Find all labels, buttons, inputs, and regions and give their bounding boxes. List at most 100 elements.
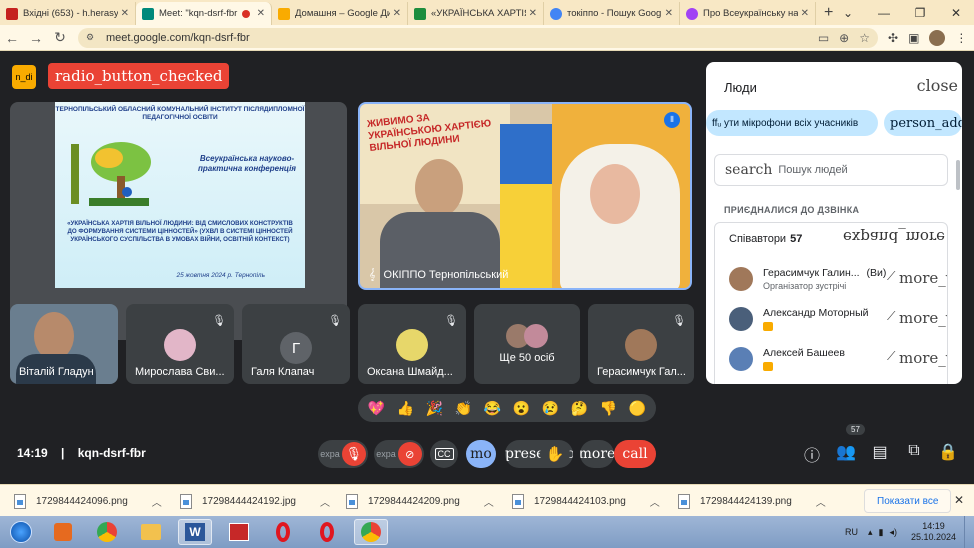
taskbar-media-player[interactable]	[46, 519, 80, 545]
zoom-icon[interactable]: ⊕	[839, 31, 849, 45]
participant-tile[interactable]: 🎙 Герасимчук Гал...	[588, 304, 694, 384]
download-item[interactable]: 1729844424096.png ︿	[14, 491, 162, 511]
activities-icon[interactable]: ⧉	[902, 442, 926, 460]
more-vert-icon[interactable]: more_ver	[899, 269, 947, 287]
participant-row[interactable]: Герасимчук Галин... (Ви) Організатор зус…	[715, 261, 947, 301]
tab-close-icon[interactable]: ✕	[665, 8, 673, 19]
mo-button[interactable]: mo	[466, 440, 496, 468]
reaction-sad-icon[interactable]: 😢	[542, 400, 559, 417]
download-item[interactable]: 1729844424139.png ︿	[678, 491, 826, 511]
tray-expand-icon[interactable]: ▴	[868, 527, 873, 538]
participant-tile[interactable]: 🎙 Оксана Шмайд...	[358, 304, 466, 384]
more-participants-tile[interactable]: Ще 50 осіб	[474, 304, 580, 384]
back-icon[interactable]: ←	[0, 30, 24, 46]
tab-search-icon[interactable]: ⌄	[830, 6, 866, 20]
participant-tile[interactable]: 🎙 Г Галя Клапач	[242, 304, 350, 384]
taskbar-chrome-active[interactable]	[354, 519, 388, 545]
reaction-laugh-icon[interactable]: 😂	[484, 400, 501, 417]
recording-chip[interactable]: radio_button_checked	[48, 63, 230, 89]
show-desktop-button[interactable]	[964, 516, 974, 548]
add-people-button[interactable]: person_add	[884, 110, 962, 136]
participant-tile[interactable]: 🎙 Мирослава Сви...	[126, 304, 234, 384]
side-panel-icon[interactable]: ▣	[908, 31, 919, 45]
extensions-icon[interactable]: ✣	[888, 31, 898, 45]
host-controls-icon[interactable]: 🔒	[936, 442, 960, 462]
meeting-details-icon[interactable]: ⓘ	[800, 442, 824, 466]
reaction-surprised-icon[interactable]: 😮	[513, 400, 530, 417]
participant-row[interactable]: Александр Моторный ⟋ more_ver	[715, 301, 947, 341]
taskbar-explorer[interactable]	[134, 519, 168, 545]
bookmark-star-icon[interactable]: ☆	[859, 31, 870, 45]
menu-kebab-icon[interactable]: ⋮	[955, 31, 967, 45]
chevron-up-icon[interactable]: ︿	[152, 494, 162, 509]
group-toggle-icon[interactable]: expand_more	[843, 228, 945, 246]
reaction-thumbs-up-icon[interactable]: 👍	[397, 400, 414, 417]
taskbar-app[interactable]	[222, 519, 256, 545]
camera-indicator-icon[interactable]: ▭	[818, 31, 829, 45]
browser-tab[interactable]: «УКРАЇНСЬКА ХАРТІЯ В ✕	[408, 2, 544, 25]
downloads-close-icon[interactable]: ✕	[954, 493, 964, 507]
panel-close-button[interactable]: close	[917, 76, 958, 95]
more-options-button[interactable]: more	[580, 440, 614, 468]
people-icon[interactable]: 👥	[834, 442, 858, 462]
chat-icon[interactable]: ▤	[868, 442, 892, 462]
chevron-up-icon[interactable]: ︿	[816, 494, 826, 509]
reload-icon[interactable]: ↻	[48, 29, 72, 46]
chevron-up-icon[interactable]: ︿	[320, 494, 330, 509]
network-icon[interactable]: ▮	[878, 527, 883, 538]
volume-icon[interactable]: ◂)	[889, 527, 897, 538]
tab-close-icon[interactable]: ✕	[801, 8, 809, 19]
download-item[interactable]: 17298444424192.jpg ︿	[180, 491, 330, 511]
more-vert-icon[interactable]: more_ver	[899, 349, 947, 367]
chevron-up-icon[interactable]: ︿	[484, 494, 494, 509]
participant-row[interactable]: Алексей Башеев ⟋ more_ver	[715, 341, 947, 381]
window-close-icon[interactable]: ✕	[938, 6, 974, 20]
people-search-input[interactable]: search Пошук людей	[714, 154, 948, 186]
group-header[interactable]: Співавтори 57	[729, 233, 802, 245]
taskbar-opera[interactable]	[266, 519, 300, 545]
mute-all-button[interactable]: ffᵤ ути мікрофони всіх учасників	[706, 110, 878, 136]
show-all-downloads-button[interactable]: Показати все	[864, 489, 952, 513]
camera-toggle-button[interactable]: expa ⊘	[374, 440, 424, 468]
reaction-skin-tone-icon[interactable]: 🟡	[629, 400, 646, 417]
download-item[interactable]: 1729844424103.png ︿	[512, 491, 660, 511]
panel-scrollbar[interactable]	[956, 160, 960, 190]
more-vert-icon[interactable]: more_ver	[899, 309, 947, 327]
reaction-thumbs-down-icon[interactable]: 👎	[600, 400, 617, 417]
forward-icon[interactable]: →	[24, 30, 48, 46]
tab-close-icon[interactable]: ✕	[121, 8, 129, 19]
url-field[interactable]: ⚙ meet.google.com/kqn-dsrf-fbr ▭ ⊕ ☆	[78, 27, 878, 48]
browser-tab[interactable]: Домашня – Google Ди ✕	[272, 2, 408, 25]
taskbar-word[interactable]: W	[178, 519, 212, 545]
start-button[interactable]	[4, 519, 38, 545]
language-indicator[interactable]: RU	[845, 527, 858, 537]
clock[interactable]: 14:19 25.10.2024	[911, 521, 956, 543]
camera-options-icon[interactable]: expa	[376, 449, 396, 459]
taskbar-opera-2[interactable]	[310, 519, 344, 545]
reaction-thinking-icon[interactable]: 🤔	[571, 400, 588, 417]
reaction-heart-icon[interactable]: 💖	[368, 400, 385, 417]
browser-tab[interactable]: Вхідні (653) - h.herasym ✕	[0, 2, 136, 25]
site-info-icon[interactable]: ⚙	[86, 32, 98, 43]
browser-tab-active[interactable]: Meet: "kqn-dsrf-fbr ✕	[136, 2, 272, 25]
maximize-icon[interactable]: ❐	[902, 6, 938, 20]
taskbar-chrome[interactable]	[90, 519, 124, 545]
tab-close-icon[interactable]: ✕	[393, 8, 401, 19]
speaker-tile[interactable]: ЖИВИМО ЗА УКРАЇНСЬКОЮ ХАРТІЄЮ ВІЛЬНОЇ ЛЮ…	[358, 102, 692, 290]
reaction-clap-icon[interactable]: 👏	[455, 400, 472, 417]
raise-hand-button[interactable]: ✋	[540, 440, 570, 468]
browser-tab[interactable]: Про Всеукраїнську нау ✕	[680, 2, 816, 25]
download-item[interactable]: 1729844424209.png ︿	[346, 491, 494, 511]
browser-tab[interactable]: токіппо - Пошук Goog ✕	[544, 2, 680, 25]
participant-tile[interactable]: Віталій Гладун	[10, 304, 118, 384]
mic-options-icon[interactable]: expa	[320, 449, 340, 459]
tab-close-icon[interactable]: ✕	[529, 8, 537, 19]
captions-button[interactable]: CC	[430, 440, 458, 468]
tab-close-icon[interactable]: ✕	[257, 8, 265, 19]
mic-toggle-button[interactable]: expa 🎙	[318, 440, 368, 468]
chevron-up-icon[interactable]: ︿	[650, 494, 660, 509]
reaction-party-icon[interactable]: 🎉	[426, 400, 443, 417]
leave-call-button[interactable]: call	[614, 440, 656, 468]
profile-avatar[interactable]	[929, 29, 946, 46]
minimize-icon[interactable]: —	[866, 6, 902, 20]
